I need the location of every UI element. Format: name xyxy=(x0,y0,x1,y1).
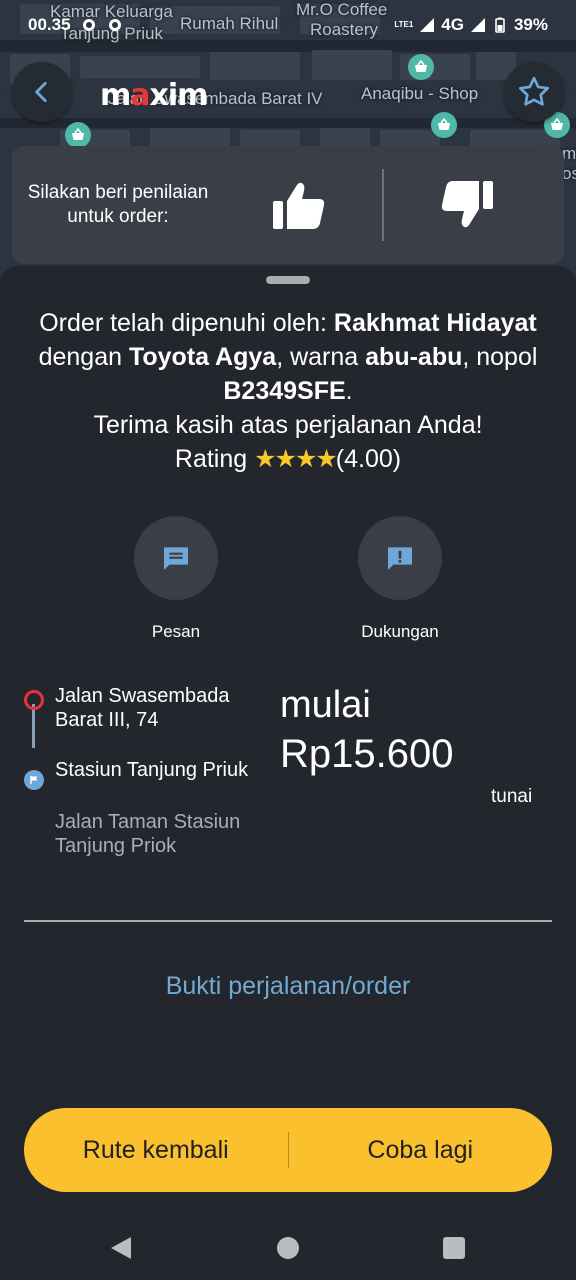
rating-value: (4.00) xyxy=(335,445,402,473)
order-text: , nopol xyxy=(462,343,538,371)
chat-icon xyxy=(164,547,188,570)
driver-name: Rakhmat Hidayat xyxy=(333,309,537,337)
support-button[interactable]: Dukungan xyxy=(315,516,485,642)
favorite-button[interactable] xyxy=(504,62,564,122)
nav-back-icon[interactable] xyxy=(110,1236,132,1260)
message-button-circle[interactable] xyxy=(134,516,218,600)
rating-label: Rating xyxy=(174,445,255,473)
rating-prompt-text: Silakan beri penilaian untuk order: xyxy=(27,182,209,227)
price-amount: Rp15.600 xyxy=(280,732,454,776)
retry-button[interactable]: Coba lagi xyxy=(289,1136,553,1165)
nav-home-icon[interactable] xyxy=(277,1237,299,1259)
support-button-circle[interactable] xyxy=(358,516,442,600)
star-outline-icon xyxy=(519,76,549,106)
sheet-drag-handle[interactable] xyxy=(266,276,310,284)
battery-icon xyxy=(495,17,505,33)
thumbs-down-icon xyxy=(441,181,493,228)
order-text: , warna xyxy=(276,343,366,371)
destination-name: Stasiun Tanjung Priuk xyxy=(55,759,249,781)
order-text: . xyxy=(345,377,353,405)
order-text: dengan xyxy=(38,343,129,371)
clock: 00.35 xyxy=(28,15,71,34)
car-color: abu-abu xyxy=(365,343,463,371)
report-icon xyxy=(388,547,412,570)
origin-address: Jalan Swasembada Barat III, 74 xyxy=(55,685,230,731)
back-button[interactable] xyxy=(12,62,72,122)
chevron-left-icon xyxy=(35,81,47,103)
maxim-logo: maxim xyxy=(100,78,208,113)
rating-divider xyxy=(382,169,384,241)
origin-marker-icon xyxy=(24,690,44,710)
support-label: Dukungan xyxy=(361,622,439,641)
order-summary: Order telah dipenuhi oleh: Rakhmat Hiday… xyxy=(18,306,558,476)
thumbs-up-icon xyxy=(273,182,325,229)
map-label: Anaqibu - Shop xyxy=(361,84,479,103)
shop-icon[interactable] xyxy=(65,122,91,148)
car-model: Toyota Agya xyxy=(128,343,277,371)
route-connector xyxy=(32,704,35,748)
logo-text: maxim xyxy=(100,78,208,113)
order-text: Order telah dipenuhi oleh: xyxy=(39,309,334,337)
volte-indicator: LTE1 xyxy=(394,20,414,29)
driver-rating: Rating ★★★★(4.00) xyxy=(18,442,558,476)
message-button[interactable]: Pesan xyxy=(91,516,261,642)
trip-proof-link[interactable]: Bukti perjalanan/order xyxy=(0,972,576,1001)
signal-icon xyxy=(420,18,435,32)
thanks-message: Terima kasih atas perjalanan Anda! xyxy=(93,411,483,439)
network-type: 4G xyxy=(441,15,464,34)
payment-method: tunai xyxy=(491,786,533,807)
divider xyxy=(24,920,552,922)
rating-panel: Silakan beri penilaian untuk order: xyxy=(12,146,564,264)
app-notification-icon xyxy=(108,19,121,31)
map-label: os xyxy=(562,164,576,183)
price-prefix: mulai xyxy=(280,684,371,726)
bottom-action-bar: Rute kembali Coba lagi xyxy=(24,1108,552,1192)
dislike-button[interactable] xyxy=(417,165,517,245)
like-button[interactable] xyxy=(249,165,349,245)
battery-percent: 39% xyxy=(513,15,548,34)
destination-address: Jalan Taman Stasiun Tanjung Priok xyxy=(55,811,241,857)
system-nav-bar xyxy=(0,1218,576,1280)
nav-recents-icon[interactable] xyxy=(443,1237,465,1259)
app-notification-icon xyxy=(82,19,95,31)
shop-icon[interactable] xyxy=(408,54,434,80)
rating-stars: ★★★★ xyxy=(254,445,338,473)
signal-icon xyxy=(470,18,485,32)
order-completed-sheet: Order telah dipenuhi oleh: Rakhmat Hiday… xyxy=(0,266,576,1280)
status-bar: 00.35 LTE1 4G 39% xyxy=(0,0,576,50)
return-route-button[interactable]: Rute kembali xyxy=(24,1136,288,1165)
message-label: Pesan xyxy=(151,622,201,641)
license-plate: B2349SFE xyxy=(223,377,346,405)
shop-icon[interactable] xyxy=(431,112,457,138)
destination-flag-icon xyxy=(24,770,44,790)
